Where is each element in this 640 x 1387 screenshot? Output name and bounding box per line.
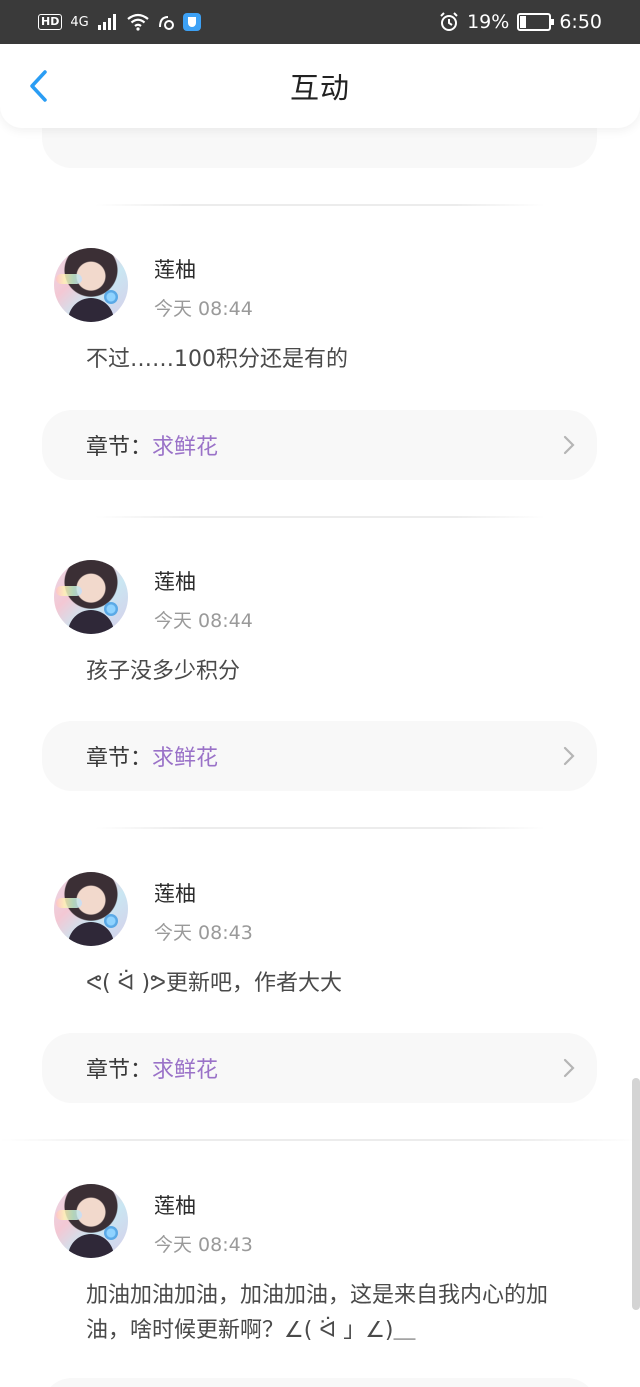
chevron-right-icon xyxy=(563,746,575,766)
chapter-link-partial[interactable] xyxy=(42,1378,597,1387)
battery-icon xyxy=(517,13,555,31)
timestamp: 今天 08:44 xyxy=(154,610,253,632)
chapter-row-partial[interactable] xyxy=(42,128,597,168)
avatar[interactable] xyxy=(54,248,128,322)
divider xyxy=(95,516,545,518)
hd-indicator: HD xyxy=(38,14,63,30)
signal-icon xyxy=(97,14,116,30)
security-shield-icon xyxy=(182,13,201,31)
status-left: HD 4G xyxy=(38,13,201,31)
comment-feed[interactable]: 莲柚 今天 08:44 不过……100积分还是有的 章节： 求鲜花 莲柚 今天 … xyxy=(0,128,640,1387)
username[interactable]: 莲柚 xyxy=(154,254,196,284)
chapter-label: 章节： xyxy=(86,435,153,460)
app-header: 互动 xyxy=(0,44,640,128)
nfc-icon xyxy=(158,16,174,30)
chapter-label: 章节： xyxy=(86,1058,153,1083)
chapter-link[interactable]: 章节： 求鲜花 xyxy=(42,410,597,480)
divider xyxy=(0,1139,640,1141)
timestamp: 今天 08:43 xyxy=(154,1234,253,1256)
divider xyxy=(95,204,545,206)
chapter-name: 求鲜花 xyxy=(152,435,219,460)
comment-text: 加油加油加油，加油加油，这是来自我内心的加油，啥时候更新啊？∠( ᐛ 」∠)＿ xyxy=(86,1283,549,1343)
chapter-name: 求鲜花 xyxy=(152,1058,219,1083)
avatar[interactable] xyxy=(54,872,128,946)
chapter-label: 章节： xyxy=(86,746,153,771)
chapter-link[interactable]: 章节： 求鲜花 xyxy=(42,721,597,791)
wifi-icon xyxy=(127,13,149,31)
username[interactable]: 莲柚 xyxy=(154,566,196,596)
status-right: 19% 6:50 xyxy=(439,11,602,33)
avatar[interactable] xyxy=(54,1184,128,1258)
alarm-icon xyxy=(440,12,458,31)
network-indicator: 4G xyxy=(70,14,89,30)
clock: 6:50 xyxy=(559,11,602,33)
chapter-name: 求鲜花 xyxy=(152,746,219,771)
page-title: 互动 xyxy=(289,71,350,105)
chevron-right-icon xyxy=(563,435,575,455)
chapter-link[interactable]: 章节： 求鲜花 xyxy=(42,1033,597,1103)
comment-text: 孩子没多少积分 xyxy=(86,659,241,684)
battery-percent: 19% xyxy=(467,11,510,33)
chevron-left-icon xyxy=(30,70,47,102)
avatar[interactable] xyxy=(54,560,128,634)
comment-text: 不过……100积分还是有的 xyxy=(86,347,348,372)
timestamp: 今天 08:43 xyxy=(154,922,253,944)
back-button[interactable] xyxy=(18,66,58,106)
username[interactable]: 莲柚 xyxy=(154,878,196,908)
comment-text: ᕙ( ᐛ )ᕗ更新吧，作者大大 xyxy=(86,971,343,996)
chevron-right-icon xyxy=(563,1058,575,1078)
scrollbar[interactable] xyxy=(632,1078,640,1310)
username[interactable]: 莲柚 xyxy=(154,1190,196,1220)
timestamp: 今天 08:44 xyxy=(154,298,253,320)
divider xyxy=(95,827,545,829)
status-bar: HD 4G 19% 6:50 xyxy=(0,0,640,44)
